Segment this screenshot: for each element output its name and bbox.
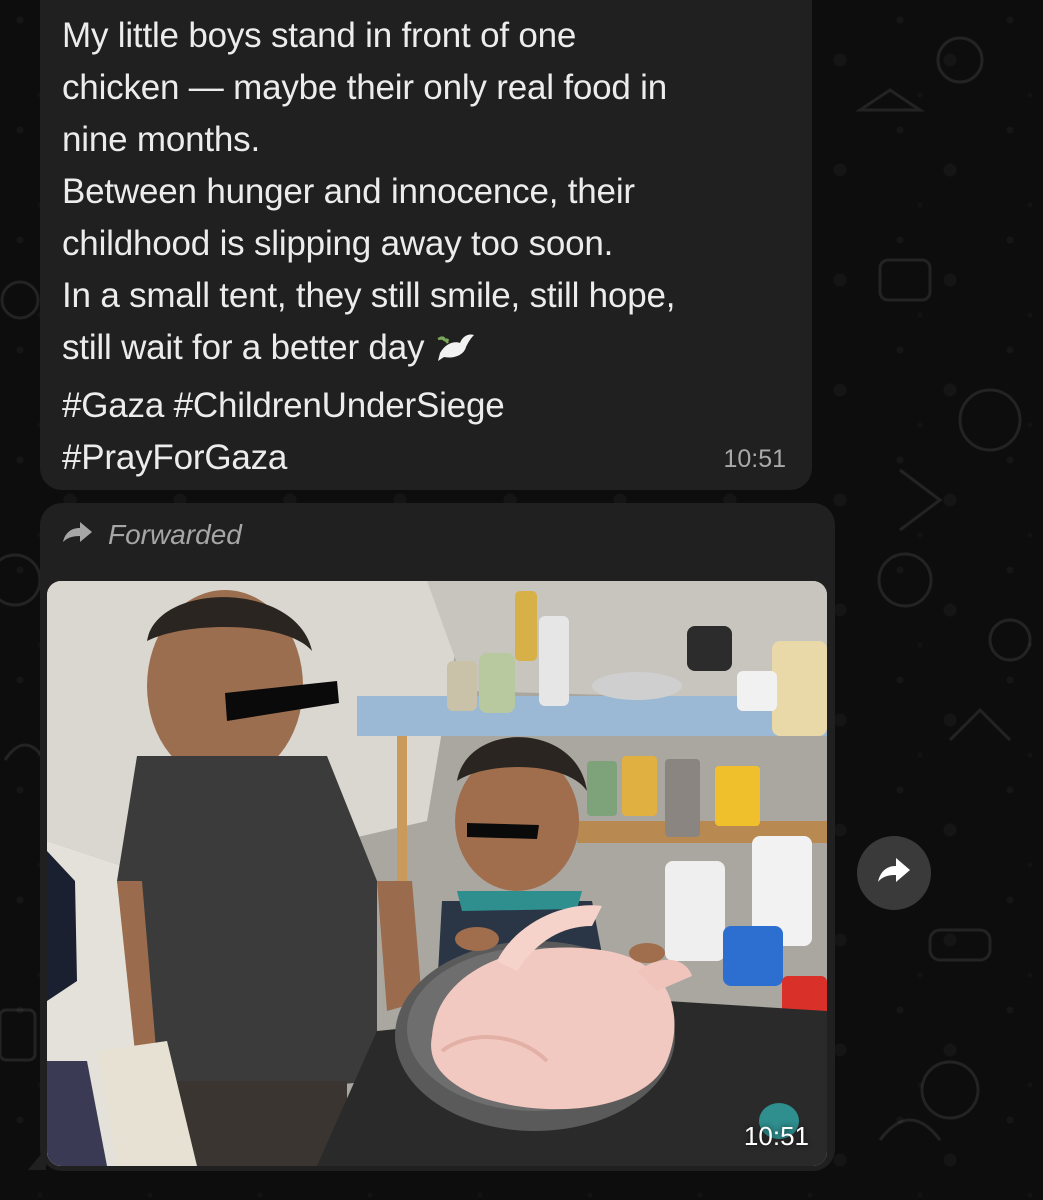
photo-timestamp: 10:51 [743, 1121, 809, 1151]
message-line: still wait for a better day [62, 328, 425, 367]
forwarded-label: Forwarded [108, 519, 242, 550]
message-line: In a small tent, they still smile, still… [62, 276, 676, 315]
dove-with-olive-branch-icon [436, 328, 476, 380]
message-line: My little boys stand in front of one [62, 16, 577, 55]
message-photo[interactable]: 10:51 [47, 581, 827, 1166]
message-timestamp: 10:51 [723, 445, 786, 473]
message-line: childhood is slipping away too soon. [62, 224, 614, 263]
photo-two-boys-with-raw-chicken [47, 581, 827, 1166]
message-line: chicken — maybe their only real food in [62, 68, 668, 107]
message-line: #Gaza #ChildrenUnderSiege [62, 386, 505, 425]
message-line: #PrayForGaza [62, 438, 288, 477]
forward-message-button[interactable] [857, 836, 931, 910]
text-message-bubble[interactable]: My little boys stand in front of one chi… [40, 0, 812, 490]
media-message-bubble[interactable]: Forwarded 10:51 [40, 503, 835, 1171]
message-line: nine months. [62, 120, 260, 159]
message-line-with-emoji: still wait for a better day [62, 322, 812, 380]
forward-arrow-icon [62, 519, 94, 551]
forward-arrow-icon [876, 856, 912, 891]
forwarded-indicator: Forwarded [62, 519, 242, 551]
message-line: Between hunger and innocence, their [62, 172, 635, 211]
